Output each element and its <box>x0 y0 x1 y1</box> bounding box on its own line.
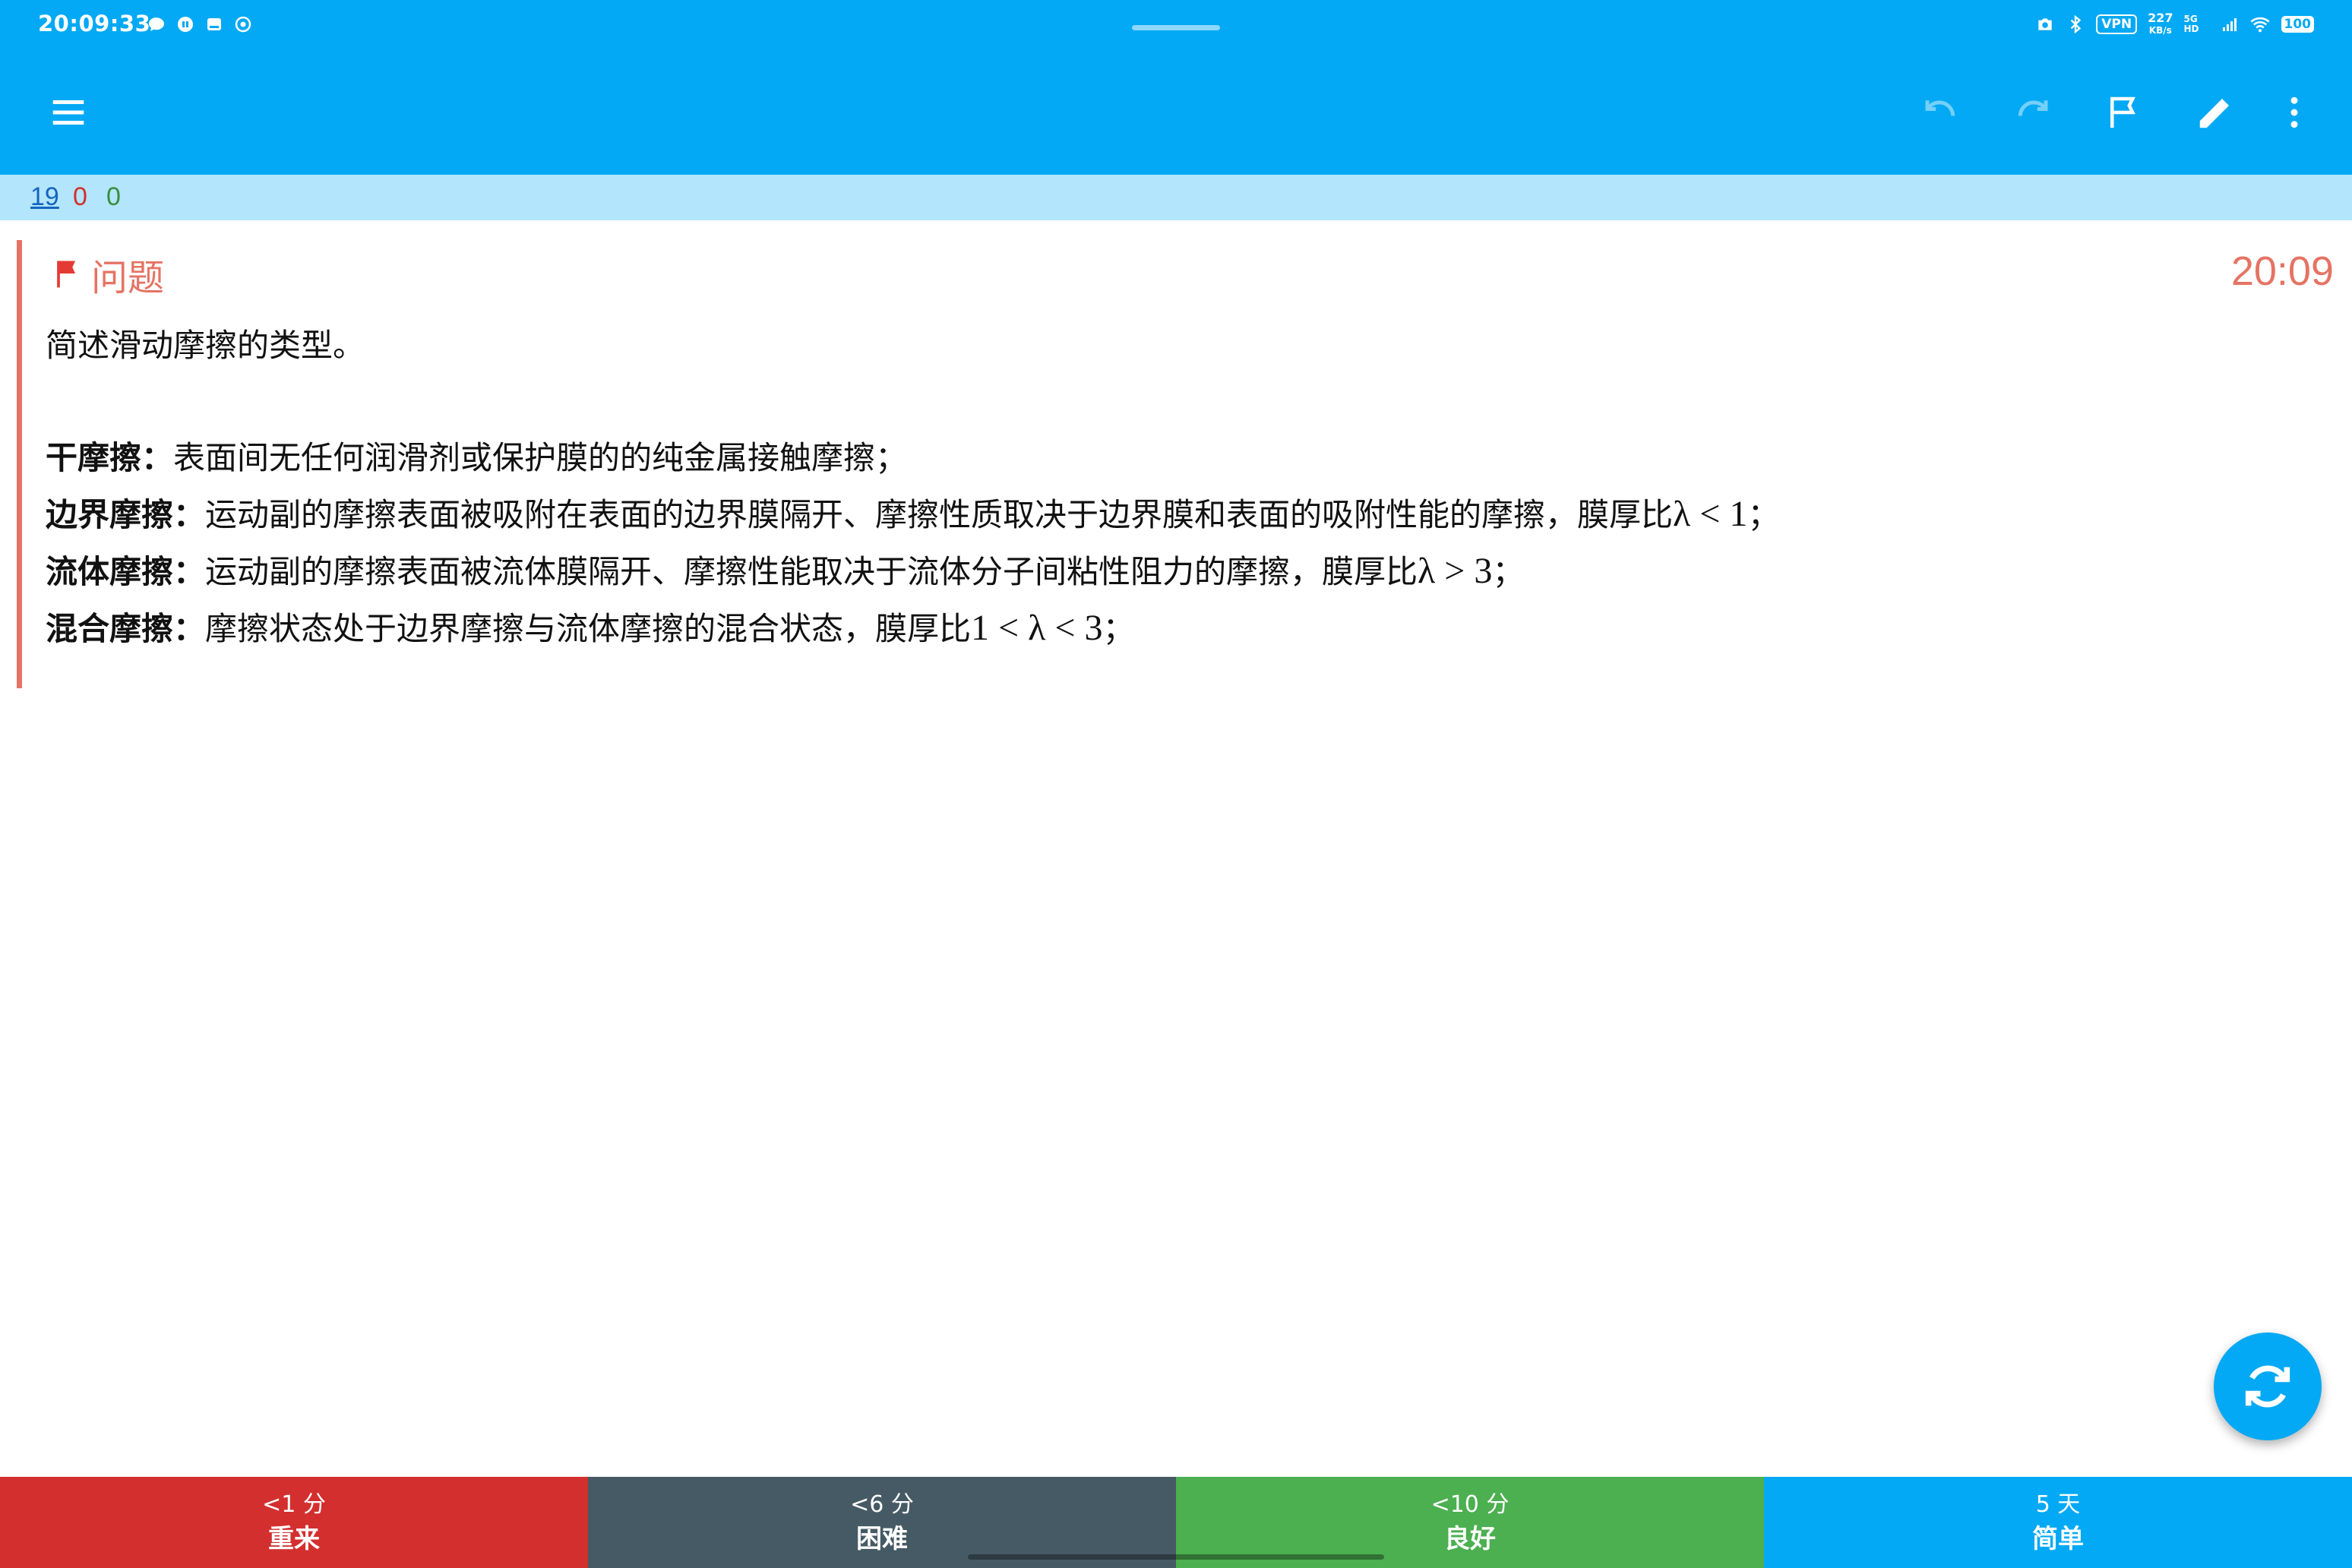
sync-fab[interactable] <box>2214 1332 2322 1440</box>
review-count: 0 <box>106 182 121 211</box>
signal-icon <box>2222 18 2237 31</box>
answer-text: 摩擦状态处于边界摩擦与流体摩擦的混合状态，膜厚比 <box>205 610 972 647</box>
answer-formula: λ > 3 <box>1418 551 1493 591</box>
more-vert-icon <box>2290 96 2298 128</box>
card-accent-bar <box>17 240 22 688</box>
easy-button[interactable]: 5 天 简单 <box>1764 1477 2352 1568</box>
card-timer: 20:09 <box>2230 248 2334 294</box>
network-type: 5G HD <box>2183 14 2199 34</box>
wifi-icon <box>2249 17 2270 33</box>
flag-button[interactable] <box>2094 82 2154 143</box>
again-interval: <1 分 <box>262 1491 326 1518</box>
status-notification-icons <box>147 15 252 33</box>
hard-interval: <6 分 <box>850 1491 914 1518</box>
cloud-icon <box>205 15 223 33</box>
answer-text: 表面间无任何润滑剂或保护膜的的纯金属接触摩擦； <box>173 439 908 476</box>
menu-icon <box>52 100 84 125</box>
good-interval: <10 分 <box>1430 1491 1510 1518</box>
easy-interval: 5 天 <box>2035 1491 2081 1518</box>
answer-formula: λ < 1 <box>1673 494 1748 534</box>
edit-button[interactable] <box>2185 82 2246 143</box>
answer-tail: ； <box>1747 496 1780 533</box>
undo-button[interactable] <box>1911 82 1971 143</box>
learning-count: 0 <box>73 182 87 211</box>
due-counts-bar: 19 0 0 <box>0 175 2352 220</box>
flag-icon <box>2110 96 2135 128</box>
flag-icon <box>57 261 75 288</box>
answer-term: 干摩擦： <box>46 439 174 476</box>
answer-tail: ； <box>1492 553 1525 590</box>
answer-formula: 1 < λ < 3 <box>971 608 1103 648</box>
answer-term: 边界摩擦： <box>46 496 206 533</box>
new-count[interactable]: 19 <box>30 182 59 212</box>
card-header-label: 问题 <box>91 257 165 299</box>
redo-button[interactable] <box>2002 82 2063 143</box>
net-speed: 227 KB/s <box>2148 11 2173 36</box>
bluetooth-icon <box>2070 14 2082 34</box>
answer-text: 运动副的摩擦表面被吸附在表面的边界膜隔开、摩擦性质取决于边界膜和表面的吸附性能的… <box>205 496 1674 533</box>
chat-bubble-icon <box>147 15 166 33</box>
vpn-badge: VPN <box>2096 14 2138 34</box>
sync-icon <box>2245 1365 2290 1408</box>
answer-line: 流体摩擦：运动副的摩擦表面被流体膜隔开、摩擦性能取决于流体分子间粘性阻力的摩擦，… <box>46 543 2325 600</box>
camera-icon <box>2038 18 2052 30</box>
app-badge-icon <box>176 15 194 33</box>
undo-icon <box>1925 100 1955 116</box>
answer-term: 流体摩擦： <box>46 553 206 590</box>
answer-term: 混合摩擦： <box>46 610 206 647</box>
answer-line: 边界摩擦：运动副的摩擦表面被吸附在表面的边界膜隔开、摩擦性质取决于边界膜和表面的… <box>46 486 2325 543</box>
again-label: 重来 <box>268 1524 320 1554</box>
app-bar: 20:09:33 VPN 227 KB/s 5G HD 100 <box>0 0 2352 175</box>
menu-button[interactable] <box>38 82 99 143</box>
more-options-button[interactable] <box>2264 82 2325 143</box>
answer-line: 混合摩擦：摩擦状态处于边界摩擦与流体摩擦的混合状态，膜厚比1 < λ < 3； <box>46 600 2325 657</box>
assistant-icon <box>234 15 252 33</box>
question-text: 简述滑动摩擦的类型。 <box>46 327 365 364</box>
again-button[interactable]: <1 分 重来 <box>0 1477 588 1568</box>
hard-label: 困难 <box>856 1524 908 1554</box>
battery-indicator: 100 <box>2281 16 2314 33</box>
answer-tail: ； <box>1102 610 1135 647</box>
easy-label: 简单 <box>2032 1524 2084 1554</box>
good-label: 良好 <box>1444 1524 1496 1554</box>
status-system-icons: VPN 227 KB/s 5G HD 100 <box>2035 12 2314 36</box>
answer-line: 干摩擦：表面间无任何润滑剂或保护膜的的纯金属接触摩擦； <box>46 430 2325 486</box>
gesture-nav-handle[interactable] <box>968 1554 1384 1560</box>
card-content: 简述滑动摩擦的类型。 干摩擦：表面间无任何润滑剂或保护膜的的纯金属接触摩擦； 边… <box>46 318 2325 657</box>
redo-icon <box>2018 100 2048 116</box>
pencil-icon <box>2199 99 2229 128</box>
window-drag-handle[interactable] <box>1132 25 1220 30</box>
status-time: 20:09:33 <box>38 11 151 36</box>
answer-text: 运动副的摩擦表面被流体膜隔开、摩擦性能取决于流体分子间粘性阻力的摩擦，膜厚比 <box>205 553 1418 590</box>
